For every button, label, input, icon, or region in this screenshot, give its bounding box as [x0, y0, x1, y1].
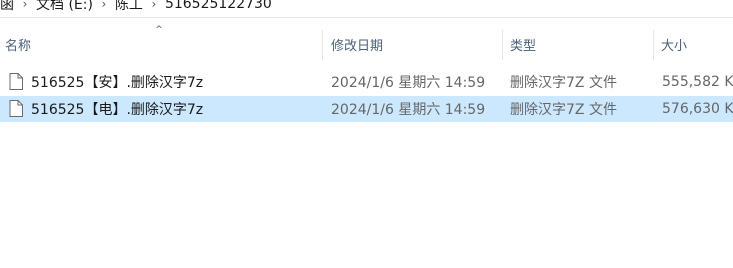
file-row[interactable]: 516525【安】.删除汉字7z 2024/1/6 星期六 14:59 删除汉字… [0, 69, 733, 95]
file-type: 删除汉字7Z 文件 [510, 102, 617, 118]
file-name: 516525【安】.删除汉字7z [31, 75, 204, 91]
chevron-right-icon[interactable]: › [143, 0, 165, 11]
chevron-right-icon[interactable]: › [93, 0, 115, 11]
breadcrumb: 函 › 文档 (E:) › 陈工 › 516525122730 [0, 0, 733, 17]
column-header-size[interactable]: 大小 [661, 26, 733, 62]
file-size: 576,630 K [662, 101, 733, 117]
chevron-right-icon[interactable]: › [14, 0, 36, 11]
breadcrumb-item-current[interactable]: 516525122730 [165, 0, 272, 12]
column-header-row: 名称 修改日期 类型 大小 [0, 26, 733, 62]
file-list-empty-area[interactable] [0, 122, 733, 268]
column-header-type[interactable]: 类型 [510, 26, 650, 62]
column-divider[interactable] [502, 30, 503, 60]
file-row-selected[interactable]: 516525【电】.删除汉字7z 2024/1/6 星期六 14:59 删除汉字… [0, 96, 733, 122]
column-header-modified-label: 修改日期 [331, 38, 384, 54]
file-explorer-window: 函 › 文档 (E:) › 陈工 › 516525122730 名称 修改日期 … [0, 0, 733, 268]
file-type: 删除汉字7Z 文件 [510, 75, 617, 91]
breadcrumb-item-drive[interactable]: 文档 (E:) [36, 0, 93, 14]
file-name: 516525【电】.删除汉字7z [31, 102, 204, 118]
column-divider[interactable] [653, 30, 654, 60]
column-header-modified[interactable]: 修改日期 [331, 26, 501, 62]
column-header-size-label: 大小 [661, 38, 688, 54]
sort-ascending-icon: ^ [155, 25, 163, 35]
column-divider[interactable] [322, 30, 323, 60]
file-icon [9, 73, 23, 90]
file-modified: 2024/1/6 星期六 14:59 [331, 75, 486, 91]
file-modified: 2024/1/6 星期六 14:59 [331, 102, 486, 118]
address-bar-divider [0, 17, 733, 18]
breadcrumb-item-folder[interactable]: 陈工 [115, 0, 143, 14]
file-icon [9, 100, 23, 117]
column-header-name-label: 名称 [5, 38, 32, 54]
column-header-type-label: 类型 [510, 38, 537, 54]
file-size: 555,582 K [662, 74, 733, 90]
breadcrumb-item-root[interactable]: 函 [0, 0, 14, 14]
